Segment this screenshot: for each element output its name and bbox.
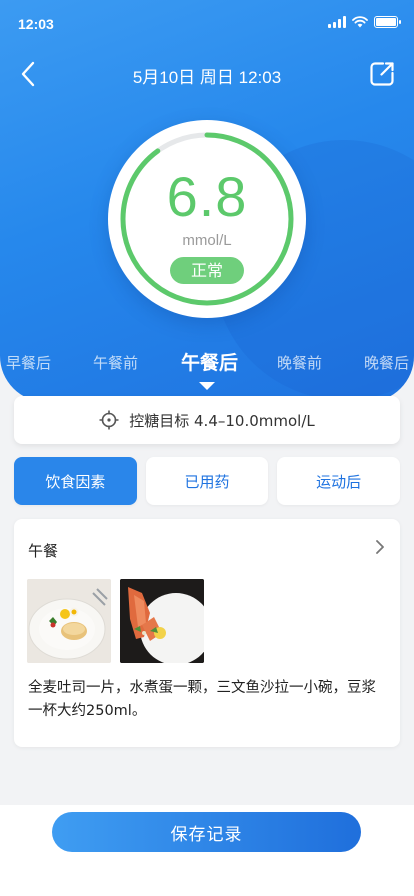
signal-icon [328,16,346,28]
chevron-right-icon[interactable] [370,537,390,557]
status-bar: 12:03 [0,0,414,48]
status-time: 12:03 [18,16,54,32]
factor-buttons: 饮食因素 已用药 运动后 [14,457,401,505]
save-record-button[interactable]: 保存记录 [52,812,361,852]
diet-factor-button[interactable]: 饮食因素 [14,457,137,505]
nav-bar: 5月10日 周日 12:03 [0,56,414,92]
status-badge: 正常 [170,257,244,284]
wifi-icon [352,16,368,28]
after-exercise-button[interactable]: 运动后 [277,457,401,505]
meal-title: 午餐 [28,542,59,560]
glucose-unit: mmol/L [182,232,232,249]
target-icon [99,410,119,430]
glucose-gauge: 6.8 mmol/L 正常 [108,120,306,318]
meal-time-tabs: 早餐后 午餐前 午餐后 晚餐前 晚餐后 [0,346,414,380]
status-icons [328,16,401,28]
battery-icon [374,16,401,28]
target-range-card: 控糖目标 4.4–10.0mmol/L [14,396,400,444]
medication-button[interactable]: 已用药 [145,457,269,505]
tab-after-breakfast[interactable]: 早餐后 [6,352,51,373]
tab-after-dinner[interactable]: 晚餐后 [364,352,409,373]
tab-before-dinner[interactable]: 晚餐前 [277,352,322,373]
active-tab-pointer [199,382,215,390]
meal-card: 午餐 全麦吐司一片，水煮蛋一颗，三文鱼沙拉一小碗，豆浆一杯大约250ml。 [14,519,400,747]
tab-after-lunch[interactable]: 午餐后 [181,348,238,375]
glucose-value: 6.8 [166,165,248,228]
meal-photo-salmon-salad[interactable] [120,579,204,663]
target-range-label: 控糖目标 4.4–10.0mmol/L [129,411,315,430]
page-title: 5月10日 周日 12:03 [132,68,282,87]
meal-description: 全麦吐司一片，水煮蛋一颗，三文鱼沙拉一小碗，豆浆一杯大约250ml。 [28,680,376,719]
share-button[interactable] [366,58,398,90]
meal-photo-toast-egg[interactable] [27,579,111,663]
bottom-bar: 保存记录 [0,805,414,896]
tab-before-lunch[interactable]: 午餐前 [93,352,138,373]
share-icon [370,62,394,86]
